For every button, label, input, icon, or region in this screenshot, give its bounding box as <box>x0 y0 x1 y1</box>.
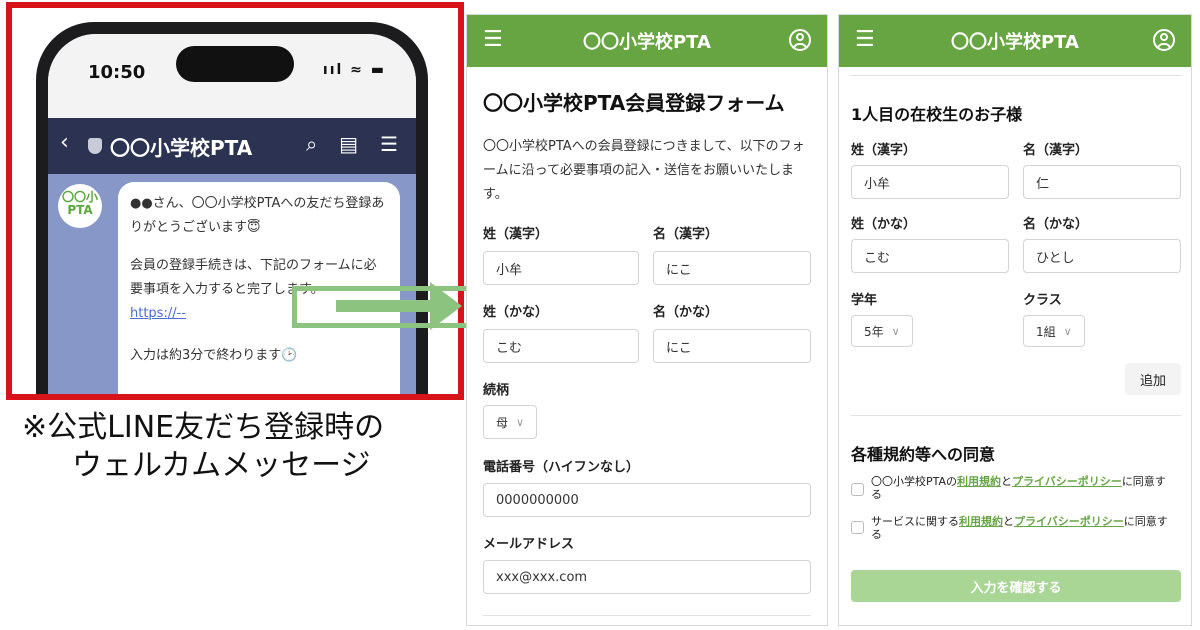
form-title: 〇〇小学校PTA会員登録フォーム <box>483 91 785 115</box>
label-child-last-name-kanji: 姓（漢字） <box>851 143 917 158</box>
message-duration: 入力は約3分で終わります🕑 <box>130 348 298 363</box>
notes-icon[interactable]: ▤ <box>339 132 358 156</box>
highlight-frame: 10:50 ııl ≈ ▬ ‹ 〇〇小学校PTA ⌕ ▤ ☰ 〇〇小 PTA ●●さ… <box>6 2 464 400</box>
user-icon[interactable] <box>789 29 811 51</box>
email-input[interactable]: xxx@xxx.com <box>483 560 811 594</box>
agree-service-terms-label: サービスに関する利用規約とプライバシーポリシーに同意する <box>871 515 1171 541</box>
divider <box>851 415 1181 416</box>
agree1-and: と <box>1001 475 1013 488</box>
child-last-name-kana-input[interactable]: こむ <box>851 239 1009 273</box>
status-bar: 10:50 ııl ≈ ▬ <box>48 34 416 118</box>
chevron-down-icon: ∨ <box>516 415 525 429</box>
relation-select[interactable]: 母 ∨ <box>483 405 537 439</box>
add-child-button[interactable]: 追加 <box>1125 363 1181 395</box>
agree2-and: と <box>1003 515 1014 528</box>
confirm-button[interactable]: 入力を確認する <box>851 570 1181 602</box>
label-last-name-kana: 姓（かな） <box>483 305 549 320</box>
child-last-name-kanji-input[interactable]: 小牟 <box>851 165 1009 199</box>
message-greeting: ●●さん、〇〇小学校PTAへの友だち登録ありがとうございます😇 <box>130 196 385 235</box>
label-first-name-kanji: 名（漢字） <box>653 227 719 242</box>
first-name-kana-input[interactable]: にこ <box>653 329 811 363</box>
agree-service-terms-checkbox[interactable] <box>851 521 864 534</box>
caption-line2: ウェルカムメッセージ <box>72 448 371 483</box>
official-shield-icon <box>88 138 102 154</box>
phone-mockup: 10:50 ııl ≈ ▬ ‹ 〇〇小学校PTA ⌕ ▤ ☰ 〇〇小 PTA ●●さ… <box>36 22 428 394</box>
child-section-title: 1人目の在校生のお子様 <box>851 105 1023 124</box>
arrow-shaft <box>336 300 432 312</box>
agree2-prefix: サービスに関する <box>871 515 959 528</box>
grade-select[interactable]: 5年 ∨ <box>851 315 913 347</box>
label-relation: 続柄 <box>483 383 510 398</box>
agreement-section-title: 各種規約等への同意 <box>851 445 996 464</box>
last-name-kana-input[interactable]: こむ <box>483 329 639 363</box>
status-time: 10:50 <box>88 62 146 83</box>
child-first-name-kanji-input[interactable]: 仁 <box>1023 165 1181 199</box>
form-panel-1: ☰ 〇〇小学校PTA 〇〇小学校PTA会員登録フォーム 〇〇小学校PTAへの会員… <box>466 14 828 626</box>
label-child-last-name-kana: 姓（かな） <box>851 217 917 232</box>
chevron-down-icon: ∨ <box>1063 324 1072 338</box>
divider <box>851 75 1181 76</box>
label-class: クラス <box>1023 293 1062 308</box>
app-title: 〇〇小学校PTA <box>582 32 711 53</box>
class-value: 1組 <box>1036 324 1056 339</box>
agree1-prefix: 〇〇小学校PTAの <box>871 475 958 488</box>
form-intro: 〇〇小学校PTAへの会員登録につきまして、以下のフォームに沿って必要事項の記入・… <box>483 139 805 202</box>
service-privacy-policy-link[interactable]: プライバシーポリシー <box>1014 515 1124 528</box>
signal-wifi-battery-icon: ııl ≈ ▬ <box>322 62 386 78</box>
avatar: 〇〇小 PTA <box>58 184 102 228</box>
agree-pta-terms-label: 〇〇小学校PTAの利用規約とプライバシーポリシーに同意する <box>871 475 1171 501</box>
last-name-kanji-input[interactable]: 小牟 <box>483 251 639 285</box>
arrow-right-icon <box>430 282 462 330</box>
phone-screen: 10:50 ııl ≈ ▬ ‹ 〇〇小学校PTA ⌕ ▤ ☰ 〇〇小 PTA ●●さ… <box>48 34 416 394</box>
label-first-name-kana: 名（かな） <box>653 305 719 320</box>
first-name-kanji-input[interactable]: にこ <box>653 251 811 285</box>
back-icon[interactable]: ‹ <box>60 130 69 155</box>
privacy-policy-link[interactable]: プライバシーポリシー <box>1012 475 1122 488</box>
service-terms-link[interactable]: 利用規約 <box>959 515 1003 528</box>
app-header: ☰ 〇〇小学校PTA <box>467 15 827 67</box>
form-panel-2: ☰ 〇〇小学校PTA 1人目の在校生のお子様 姓（漢字） 名（漢字） 小牟 仁 … <box>838 14 1192 626</box>
label-grade: 学年 <box>851 293 878 308</box>
grade-value: 5年 <box>864 324 884 339</box>
search-icon[interactable]: ⌕ <box>306 132 317 156</box>
agree-pta-terms-checkbox[interactable] <box>851 483 864 496</box>
user-icon[interactable] <box>1153 29 1175 51</box>
child-first-name-kana-input[interactable]: ひとし <box>1023 239 1181 273</box>
form-link[interactable]: https://-- <box>130 306 186 321</box>
app-header: ☰ 〇〇小学校PTA <box>839 15 1191 67</box>
label-email: メールアドレス <box>483 537 575 552</box>
avatar-text-line2: PTA <box>67 203 93 217</box>
relation-value: 母 <box>496 415 509 430</box>
phone-input[interactable]: 0000000000 <box>483 483 811 517</box>
label-child-first-name-kanji: 名（漢字） <box>1023 143 1089 158</box>
label-child-first-name-kana: 名（かな） <box>1023 217 1089 232</box>
app-title: 〇〇小学校PTA <box>950 32 1079 53</box>
chat-title: 〇〇小学校PTA <box>110 136 253 160</box>
header-actions: ⌕ ▤ ☰ <box>284 132 398 156</box>
line-chat-header: ‹ 〇〇小学校PTA ⌕ ▤ ☰ <box>48 118 416 174</box>
dynamic-island <box>176 46 294 82</box>
menu-icon[interactable]: ☰ <box>380 132 398 156</box>
chevron-down-icon: ∨ <box>891 324 900 338</box>
class-select[interactable]: 1組 ∨ <box>1023 315 1085 347</box>
terms-link[interactable]: 利用規約 <box>957 475 1001 488</box>
label-phone: 電話番号（ハイフンなし） <box>483 460 640 475</box>
divider <box>483 615 811 616</box>
label-last-name-kanji: 姓（漢字） <box>483 227 549 242</box>
